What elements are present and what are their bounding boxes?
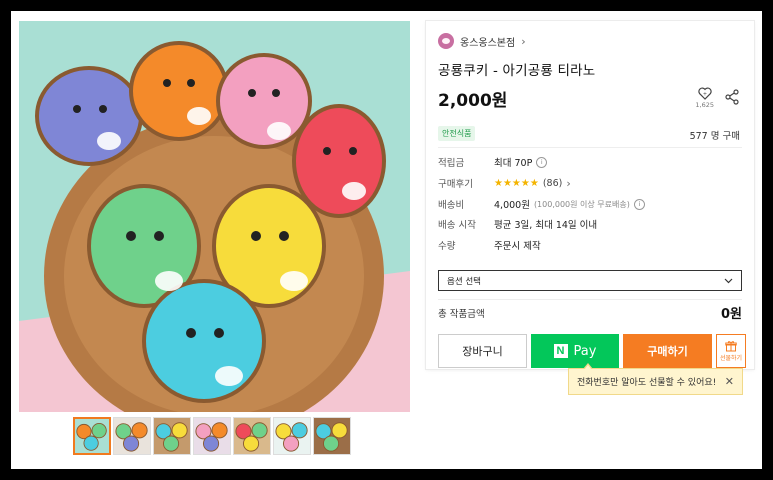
points-value: 최대 70P — [494, 158, 533, 169]
main-product-image[interactable] — [19, 21, 410, 412]
shipping-row: 배송비 4,000원 (100,000원 이상 무료배송) i — [438, 197, 645, 211]
quantity-row: 수량 주문시 제작 — [438, 238, 541, 252]
review-count: (86) — [542, 177, 563, 189]
cart-button-label: 장바구니 — [462, 345, 503, 358]
gift-tooltip: 전화번호만 알아도 선물할 수 있어요! ✕ — [568, 363, 743, 395]
safety-badge: 안전식품 — [438, 126, 476, 141]
product-info-panel: 옹스옹스본점 › 공룡쿠키 - 아기공룡 티라노 2,000원 + 1,625 … — [426, 21, 754, 369]
product-price: 2,000원 — [438, 91, 508, 111]
like-count: 1,625 — [695, 101, 714, 109]
npay-logo-icon: N — [553, 344, 568, 358]
thumbnail[interactable] — [233, 417, 271, 455]
quantity-label: 수량 — [438, 241, 456, 252]
svg-text:+: + — [703, 92, 707, 98]
thumbnail[interactable] — [113, 417, 151, 455]
delivery-start-row: 배송 시작 평균 3일, 최대 14일 이내 — [438, 217, 597, 231]
shipping-condition: (100,000원 이상 무료배송) — [533, 199, 630, 209]
npay-button-label: Pay — [573, 343, 597, 359]
points-row: 적립금 최대 70P i — [438, 155, 548, 169]
divider — [438, 147, 742, 148]
option-select-placeholder: 옵션 선택 — [447, 276, 481, 287]
product-title: 공룡쿠키 - 아기공룡 티라노 — [438, 63, 596, 79]
thumbnail[interactable] — [153, 417, 191, 455]
thumbnail[interactable] — [73, 417, 111, 455]
thumbnail[interactable] — [273, 417, 311, 455]
share-icon[interactable] — [724, 89, 740, 105]
option-select[interactable]: 옵션 선택 — [438, 270, 742, 291]
shipping-label: 배송비 — [438, 200, 465, 211]
heart-icon: + — [698, 87, 712, 100]
thumbnail-image — [114, 418, 150, 454]
gift-icon — [725, 341, 737, 352]
like-button[interactable]: + 1,625 — [695, 87, 714, 109]
thumbnail[interactable] — [193, 417, 231, 455]
chevron-right-icon: › — [566, 176, 571, 190]
shop-logo — [438, 33, 454, 49]
chevron-right-icon: › — [521, 34, 526, 48]
shop-name: 옹스옹스본점 — [460, 37, 516, 49]
thumbnail-strip — [73, 417, 351, 455]
gift-button[interactable]: 선물하기 — [716, 334, 746, 368]
thumbnail-image — [274, 418, 310, 454]
points-label: 적립금 — [438, 158, 465, 169]
thumbnail-image — [314, 418, 350, 454]
gift-tooltip-text: 전화번호만 알아도 선물할 수 있어요! — [577, 378, 717, 388]
info-icon[interactable]: i — [633, 198, 645, 210]
delivery-start-value: 평균 3일, 최대 14일 이내 — [494, 220, 598, 231]
npay-button[interactable]: N Pay — [531, 334, 619, 368]
shipping-value: 4,000원 — [494, 200, 530, 211]
buy-button[interactable]: 구매하기 — [623, 334, 712, 368]
thumbnail-image — [75, 419, 109, 453]
rating-stars: ★★★★★ — [494, 177, 539, 189]
thumbnail-image — [154, 418, 190, 454]
thumbnail[interactable] — [313, 417, 351, 455]
total-price: 0원 — [720, 307, 742, 322]
info-icon[interactable]: i — [536, 156, 548, 168]
gift-button-label: 선물하기 — [719, 355, 743, 362]
total-label: 총 작품금액 — [438, 309, 485, 320]
cart-button[interactable]: 장바구니 — [438, 334, 527, 368]
product-page: 옹스옹스본점 › 공룡쿠키 - 아기공룡 티라노 2,000원 + 1,625 … — [11, 11, 762, 469]
buy-button-label: 구매하기 — [647, 345, 688, 358]
review-row[interactable]: 구매후기 ★★★★★ (86) › — [438, 176, 571, 191]
purchase-count: 577 명 구매 — [689, 131, 740, 142]
close-icon[interactable]: ✕ — [725, 375, 734, 388]
thumbnail-image — [194, 418, 230, 454]
chevron-down-icon — [724, 278, 733, 283]
quantity-value: 주문시 제작 — [494, 241, 541, 252]
delivery-start-label: 배송 시작 — [438, 220, 476, 231]
shop-link[interactable]: 옹스옹스본점 › — [438, 33, 526, 49]
divider — [438, 299, 742, 300]
cookie-photo — [19, 21, 410, 412]
thumbnail-image — [234, 418, 270, 454]
review-label: 구매후기 — [438, 179, 473, 190]
